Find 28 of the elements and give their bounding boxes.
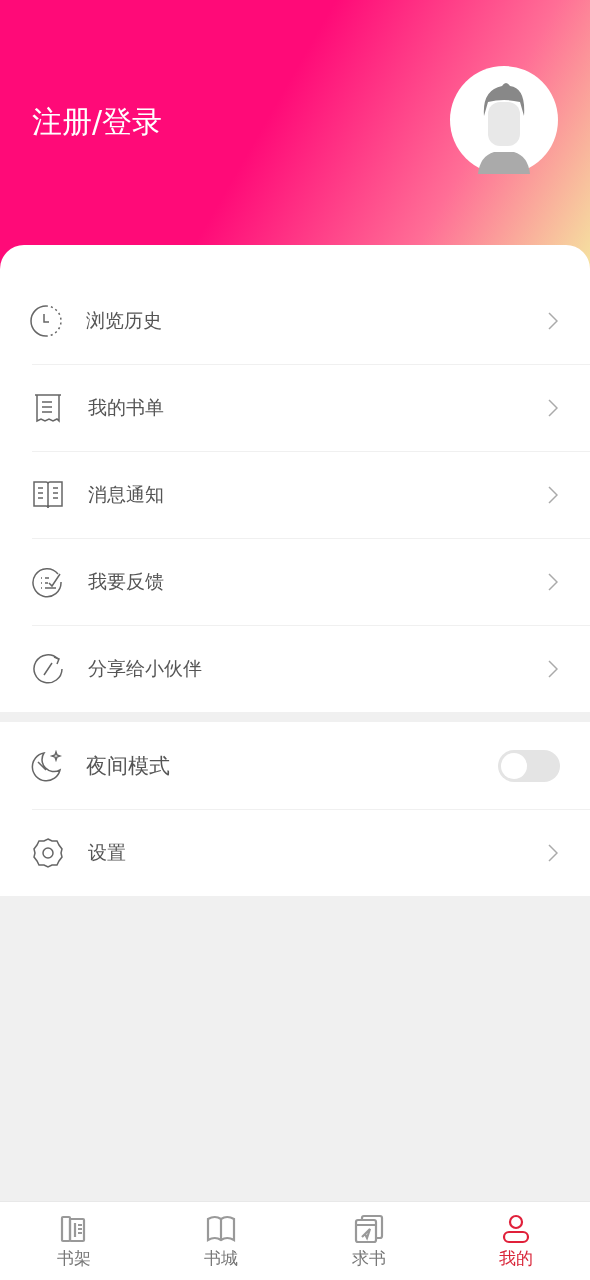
checklist-icon (32, 566, 64, 598)
moon-icon (30, 749, 62, 782)
menu-label[interactable]: 浏览历史 (86, 307, 548, 334)
menu-label[interactable]: 消息通知 (88, 482, 548, 508)
login-link[interactable]: 注册/登录 (32, 102, 163, 143)
clock-icon (30, 304, 62, 337)
tab[interactable]: 书城 (147, 1202, 295, 1280)
chevron-right-icon (548, 660, 558, 678)
chevron-right-icon (548, 311, 558, 330)
chevron-right-icon (548, 399, 558, 417)
circle-arrow-icon (32, 653, 64, 685)
avatar[interactable] (450, 66, 558, 174)
menu-label[interactable]: 我要反馈 (88, 569, 548, 595)
night-mode-toggle[interactable] (498, 749, 560, 782)
chevron-right-icon (548, 486, 558, 504)
receipt-icon (32, 392, 64, 424)
tab[interactable]: 求书 (295, 1202, 443, 1280)
menu-label[interactable]: 分享给小伙伴 (88, 656, 548, 682)
menu-label[interactable]: 我的书单 (88, 395, 548, 421)
tab[interactable]: 书架 (0, 1202, 148, 1280)
book-icon (32, 479, 64, 511)
tab[interactable]: 我的 (442, 1202, 590, 1280)
settings-icon (32, 837, 64, 869)
browser-window-icon (352, 1212, 385, 1245)
chevron-right-icon (548, 573, 558, 591)
menu-label[interactable]: 设置 (88, 840, 548, 866)
chevron-right-icon (548, 844, 558, 862)
menu-label[interactable]: 夜间模式 (86, 751, 498, 780)
